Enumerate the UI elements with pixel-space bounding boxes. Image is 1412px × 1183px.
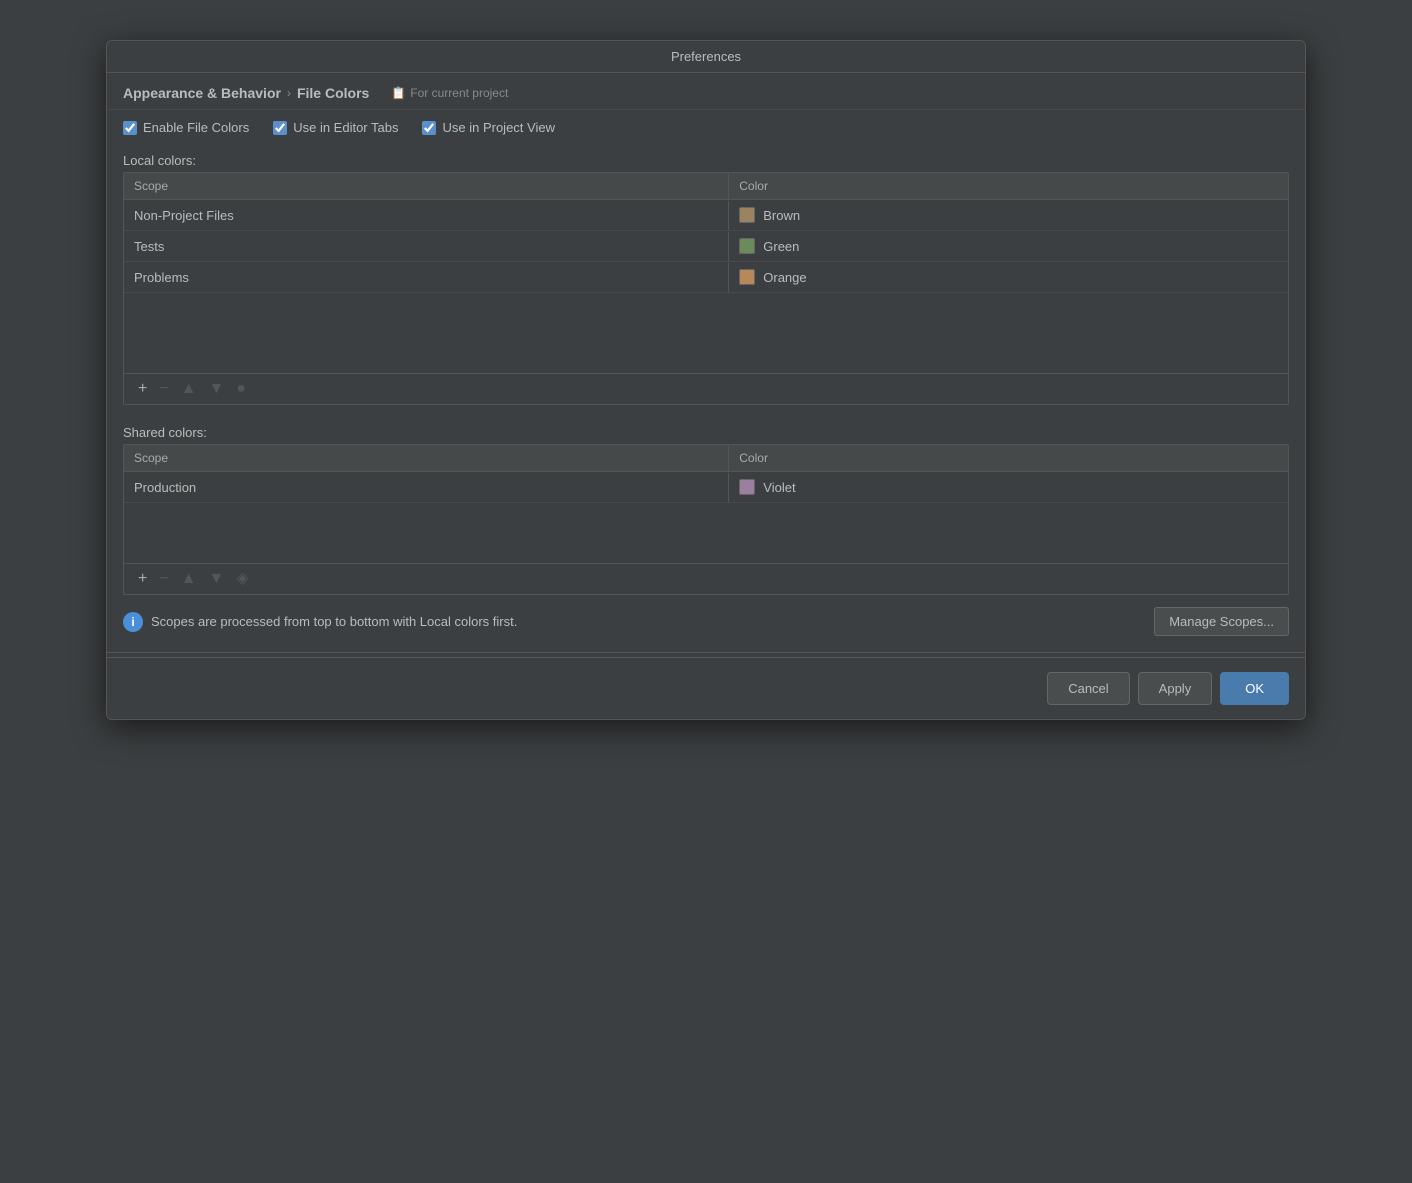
enable-file-colors-label: Enable File Colors bbox=[143, 120, 249, 135]
color-name: Green bbox=[763, 239, 799, 254]
dialog-title: Preferences bbox=[671, 49, 741, 64]
project-label: For current project bbox=[410, 86, 508, 100]
breadcrumb: Appearance & Behavior › File Colors 📋 Fo… bbox=[107, 73, 1305, 110]
breadcrumb-current: File Colors bbox=[297, 85, 369, 101]
row-scope: Non-Project Files bbox=[124, 201, 729, 230]
shared-empty-area bbox=[124, 503, 1288, 563]
table-row[interactable]: Problems Orange bbox=[124, 262, 1288, 293]
local-empty-area bbox=[124, 293, 1288, 373]
shared-colors-header: Scope Color bbox=[124, 445, 1288, 472]
shared-add-button[interactable]: + bbox=[134, 569, 151, 589]
project-icon: 📋 bbox=[391, 86, 406, 100]
row-color: Brown bbox=[729, 200, 1288, 230]
use-in-editor-tabs-input[interactable] bbox=[273, 121, 287, 135]
color-swatch bbox=[739, 238, 755, 254]
local-colors-label: Local colors: bbox=[107, 145, 1305, 172]
footer-separator bbox=[107, 652, 1305, 653]
row-scope: Problems bbox=[124, 263, 729, 292]
shared-color-header: Color bbox=[729, 445, 1288, 471]
use-in-project-view-input[interactable] bbox=[422, 121, 436, 135]
shared-reset-button[interactable]: ◈ bbox=[232, 569, 252, 589]
title-bar: Preferences bbox=[107, 41, 1305, 73]
color-name: Violet bbox=[763, 480, 795, 495]
row-color: Green bbox=[729, 231, 1288, 261]
ok-button[interactable]: OK bbox=[1220, 672, 1289, 705]
manage-scopes-button[interactable]: Manage Scopes... bbox=[1154, 607, 1289, 636]
local-add-button[interactable]: + bbox=[134, 379, 151, 399]
use-in-editor-tabs-label: Use in Editor Tabs bbox=[293, 120, 398, 135]
info-text: Scopes are processed from top to bottom … bbox=[151, 614, 517, 629]
info-icon: i bbox=[123, 612, 143, 632]
local-colors-header: Scope Color bbox=[124, 173, 1288, 200]
local-colors-table: Scope Color Non-Project Files Brown Test… bbox=[123, 172, 1289, 405]
color-swatch bbox=[739, 207, 755, 223]
use-in-project-view-label: Use in Project View bbox=[442, 120, 554, 135]
table-row[interactable]: Non-Project Files Brown bbox=[124, 200, 1288, 231]
color-name: Brown bbox=[763, 208, 800, 223]
shared-colors-table: Scope Color Production Violet + − ▲ ▼ ◈ bbox=[123, 444, 1289, 595]
local-colors-body: Non-Project Files Brown Tests Green Prob… bbox=[124, 200, 1288, 373]
local-reset-button[interactable]: ● bbox=[232, 379, 250, 399]
breadcrumb-project: 📋 For current project bbox=[391, 86, 508, 100]
color-swatch bbox=[739, 479, 755, 495]
local-scope-header: Scope bbox=[124, 173, 729, 199]
cancel-button[interactable]: Cancel bbox=[1047, 672, 1129, 705]
shared-scope-header: Scope bbox=[124, 445, 729, 471]
shared-move-up-button[interactable]: ▲ bbox=[177, 569, 201, 589]
breadcrumb-section: Appearance & Behavior bbox=[123, 85, 281, 101]
row-scope: Production bbox=[124, 473, 729, 502]
local-move-up-button[interactable]: ▲ bbox=[177, 379, 201, 399]
shared-colors-label: Shared colors: bbox=[107, 417, 1305, 444]
color-name: Orange bbox=[763, 270, 806, 285]
row-color: Violet bbox=[729, 472, 1288, 502]
local-remove-button[interactable]: − bbox=[155, 379, 172, 399]
shared-colors-body: Production Violet bbox=[124, 472, 1288, 563]
footer: Cancel Apply OK bbox=[107, 657, 1305, 719]
shared-move-down-button[interactable]: ▼ bbox=[205, 569, 229, 589]
use-in-editor-tabs-checkbox[interactable]: Use in Editor Tabs bbox=[273, 120, 398, 135]
preferences-dialog: Preferences Appearance & Behavior › File… bbox=[106, 40, 1306, 720]
local-toolbar: + − ▲ ▼ ● bbox=[124, 373, 1288, 404]
table-row[interactable]: Tests Green bbox=[124, 231, 1288, 262]
shared-toolbar: + − ▲ ▼ ◈ bbox=[124, 563, 1288, 594]
shared-remove-button[interactable]: − bbox=[155, 569, 172, 589]
local-color-header: Color bbox=[729, 173, 1288, 199]
local-move-down-button[interactable]: ▼ bbox=[205, 379, 229, 399]
apply-button[interactable]: Apply bbox=[1138, 672, 1213, 705]
info-row: i Scopes are processed from top to botto… bbox=[107, 595, 1305, 648]
row-color: Orange bbox=[729, 262, 1288, 292]
enable-file-colors-input[interactable] bbox=[123, 121, 137, 135]
breadcrumb-arrow: › bbox=[287, 86, 291, 100]
use-in-project-view-checkbox[interactable]: Use in Project View bbox=[422, 120, 554, 135]
color-swatch bbox=[739, 269, 755, 285]
checkboxes-row: Enable File Colors Use in Editor Tabs Us… bbox=[107, 110, 1305, 145]
table-row[interactable]: Production Violet bbox=[124, 472, 1288, 503]
row-scope: Tests bbox=[124, 232, 729, 261]
info-left: i Scopes are processed from top to botto… bbox=[123, 612, 517, 632]
enable-file-colors-checkbox[interactable]: Enable File Colors bbox=[123, 120, 249, 135]
